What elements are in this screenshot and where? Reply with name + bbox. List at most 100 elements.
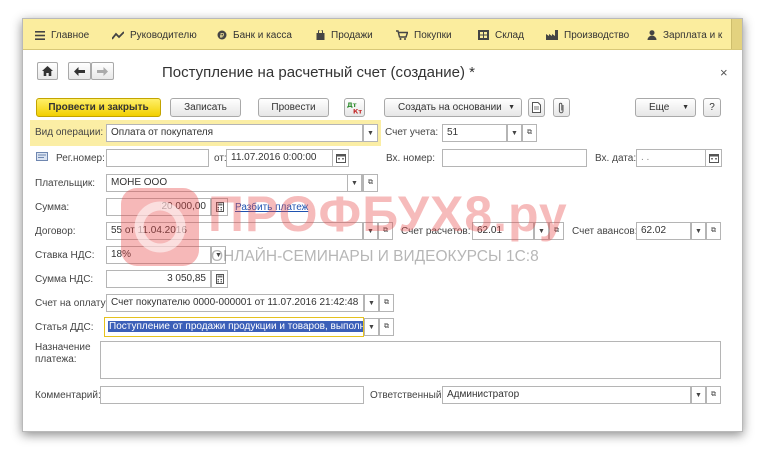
payer-input[interactable]: МОНЕ ООО	[106, 174, 363, 192]
payment-purpose-textarea[interactable]	[100, 341, 721, 379]
contract-open-button[interactable]: ⧉	[378, 222, 393, 240]
cash-flow-item-open-button[interactable]: ⧉	[379, 318, 394, 336]
account-open-button[interactable]: ⧉	[522, 124, 537, 142]
reg-number-label: Рег.номер:	[56, 153, 105, 164]
svg-text:₽: ₽	[220, 32, 225, 40]
menu-item-salary[interactable]: Зарплата и к	[647, 28, 722, 42]
post-button[interactable]: Провести	[258, 98, 329, 117]
close-button[interactable]: ×	[720, 65, 728, 80]
incoming-number-input[interactable]	[442, 149, 587, 167]
invoice-open-button[interactable]: ⧉	[379, 294, 394, 312]
dropdown-triangle-icon: ▼	[508, 104, 515, 111]
incoming-date-input[interactable]: . .	[636, 149, 706, 167]
operation-type-select[interactable]: Оплата от покупателя	[106, 124, 363, 142]
more-button[interactable]: Еще ▼	[635, 98, 696, 117]
open-icon: ⧉	[711, 391, 716, 398]
advance-account-dropdown[interactable]: ▼	[691, 222, 706, 240]
advance-account-open-button[interactable]: ⧉	[706, 222, 721, 240]
post-and-close-button[interactable]: Провести и закрыть	[36, 98, 161, 117]
open-icon: ⧉	[384, 299, 389, 306]
contract-dropdown[interactable]: ▼	[363, 222, 378, 240]
contract-label: Договор:	[35, 226, 76, 237]
menu-item-main[interactable]: Главное	[35, 28, 89, 42]
menu-item-warehouse[interactable]: Склад	[478, 28, 524, 42]
menu-item-manager[interactable]: Руководителю	[112, 28, 197, 42]
sum-calculator-button[interactable]	[211, 198, 228, 216]
account-dropdown[interactable]: ▼	[507, 124, 522, 142]
dropdown-triangle-icon: ▼	[367, 227, 374, 235]
sum-input[interactable]: 20 000,00	[106, 198, 211, 216]
menu-item-bank[interactable]: ₽ Банк и касса	[217, 28, 292, 42]
sections-menu-bar: Главное Руководителю ₽ Банк и касса Прод…	[23, 19, 742, 50]
dropdown-triangle-icon: ▼	[538, 227, 545, 235]
forward-button[interactable]	[91, 62, 114, 80]
settlement-account-input[interactable]: 62.01	[472, 222, 534, 240]
menu-item-label: Продажи	[331, 29, 373, 41]
responsible-input[interactable]: Администратор	[442, 386, 691, 404]
vat-sum-input[interactable]: 3 050,85	[106, 270, 211, 288]
create-based-on-button[interactable]: Создать на основании ▼	[384, 98, 522, 117]
watermark-tagline: ОНЛАЙН-СЕМИНАРЫ И ВИДЕОКУРСЫ 1С:8	[211, 248, 539, 265]
arrow-left-icon	[74, 66, 85, 76]
open-icon: ⧉	[383, 227, 388, 234]
date-calendar-button[interactable]	[332, 149, 349, 167]
dropdown-triangle-icon: ▼	[367, 129, 374, 137]
print-button[interactable]	[528, 98, 545, 117]
vat-sum-calculator-button[interactable]	[211, 270, 228, 288]
vat-rate-dropdown[interactable]: ▼	[211, 246, 226, 264]
help-button[interactable]: ?	[703, 98, 721, 117]
open-icon: ⧉	[554, 227, 559, 234]
calendar-icon	[708, 153, 719, 163]
sum-label: Сумма:	[35, 202, 70, 213]
settlement-account-label: Счет расчетов:	[401, 226, 471, 237]
attach-file-button[interactable]	[553, 98, 570, 117]
operation-type-dropdown[interactable]: ▼	[363, 124, 378, 142]
save-button[interactable]: Записать	[170, 98, 241, 117]
invoice-dropdown[interactable]: ▼	[364, 294, 379, 312]
menu-item-label: Главное	[51, 29, 90, 41]
back-button[interactable]	[68, 62, 91, 80]
arrow-right-icon	[97, 66, 108, 76]
svg-text:Кт: Кт	[353, 108, 362, 115]
incoming-date-calendar-button[interactable]	[705, 149, 722, 167]
payer-open-button[interactable]: ⧉	[363, 174, 378, 192]
comment-input[interactable]	[100, 386, 364, 404]
menu-item-production[interactable]: Производство	[546, 28, 629, 42]
account-input[interactable]: 51	[442, 124, 507, 142]
from-label: от:	[214, 153, 227, 164]
contract-input[interactable]: 55 от 11.04.2016	[106, 222, 363, 240]
home-button[interactable]	[37, 62, 58, 80]
open-icon: ⧉	[527, 129, 532, 136]
split-payment-link[interactable]: Разбить платеж	[235, 202, 308, 213]
responsible-dropdown[interactable]: ▼	[691, 386, 706, 404]
page-title: Поступление на расчетный счет (создание)…	[162, 64, 476, 81]
document-card-icon	[36, 152, 48, 161]
dt-kt-button[interactable]: Дт Кт	[344, 98, 365, 117]
menu-scrollbar[interactable]	[731, 19, 742, 49]
cash-flow-item-input[interactable]: Поступление от продажи продукции и товар…	[104, 317, 364, 337]
reg-number-input[interactable]	[106, 149, 209, 167]
invoice-label: Счет на оплату:	[35, 298, 109, 309]
settlement-account-dropdown[interactable]: ▼	[534, 222, 549, 240]
comment-label: Комментарий:	[35, 390, 101, 401]
cash-flow-item-selected-text: Поступление от продажи продукции и товар…	[108, 321, 363, 332]
vat-rate-select[interactable]: 18%	[106, 246, 211, 264]
dropdown-triangle-icon: ▼	[351, 179, 358, 187]
open-icon: ⧉	[384, 323, 389, 330]
payer-dropdown[interactable]: ▼	[347, 174, 362, 192]
menu-item-sales[interactable]: Продажи	[316, 28, 373, 42]
account-label: Счет учета:	[385, 127, 439, 138]
date-input[interactable]: 11.07.2016 0:00:00	[226, 149, 333, 167]
payer-label: Плательщик:	[35, 178, 96, 189]
cash-flow-item-dropdown[interactable]: ▼	[364, 318, 379, 336]
advance-account-input[interactable]: 62.02	[636, 222, 691, 240]
responsible-open-button[interactable]: ⧉	[706, 386, 721, 404]
menu-item-purchases[interactable]: Покупки	[396, 28, 452, 42]
vat-sum-label: Сумма НДС:	[35, 274, 94, 285]
calculator-icon	[215, 202, 224, 212]
open-icon: ⧉	[368, 179, 373, 186]
dropdown-triangle-icon: ▼	[511, 129, 518, 137]
cash-flow-item-label: Статья ДДС:	[35, 322, 94, 333]
settlement-account-open-button[interactable]: ⧉	[549, 222, 564, 240]
invoice-input[interactable]: Счет покупателю 0000-000001 от 11.07.201…	[106, 294, 364, 312]
